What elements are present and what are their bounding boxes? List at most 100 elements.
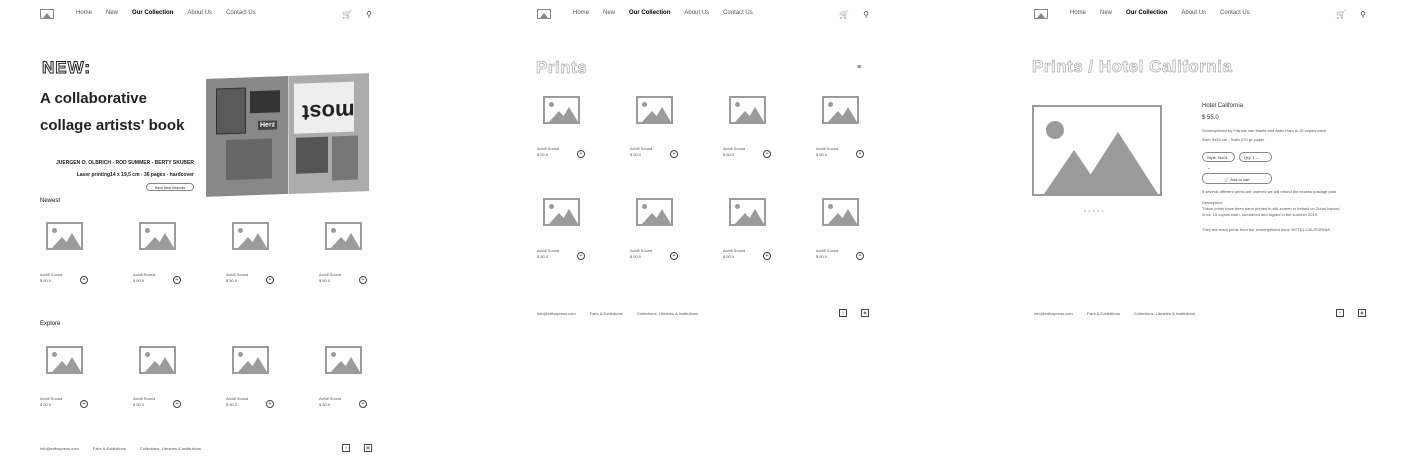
product-card[interactable]: Achill Sound $ 50.0 + [816,198,864,260]
style-select[interactable]: Style: No01 ⌄ [1202,152,1235,170]
nav-contact-us[interactable]: Contact Us [1220,10,1250,16]
nav-new[interactable]: New [1100,10,1112,16]
add-circle-icon[interactable]: + [359,276,367,284]
product-thumbnail[interactable] [636,198,673,226]
footer: info@edfospress.com Fairs & Exhibitions … [1034,309,1366,317]
product-thumbnail[interactable] [729,96,766,124]
product-card[interactable]: Achill Sound $ 50.0 + [537,198,585,260]
add-circle-icon[interactable]: + [856,252,864,260]
description-line2: in ca. 15 copies each, numbered and sign… [1202,212,1319,217]
nav-our-collection[interactable]: Our Collection [629,10,670,16]
facebook-icon[interactable]: f [1336,309,1344,317]
product-thumbnail[interactable] [325,346,362,374]
search-icon[interactable]: ⚲ [366,10,372,19]
search-icon[interactable]: ⚲ [863,10,869,19]
footer-collections[interactable]: Collections, Libraries & Institutions [637,311,698,316]
logo-image-icon[interactable] [40,9,54,19]
footer-email[interactable]: info@edfospress.com [1034,311,1073,316]
add-circle-icon[interactable]: + [80,276,88,284]
product-thumbnail[interactable] [543,96,580,124]
product-thumbnail[interactable] [232,346,269,374]
product-name: Achill Sound [133,272,156,277]
footer-collections[interactable]: Collections, Libraries & Institutions [1134,311,1195,316]
quantity-select[interactable]: Qty: 1 ⌄ [1239,152,1272,162]
add-circle-icon[interactable]: + [577,252,585,260]
product-price: $ 50.0 [319,402,331,407]
product-card[interactable]: Achill Sound $ 50.0 + [816,96,864,158]
instagram-icon[interactable]: ◉ [364,444,372,452]
nav-new[interactable]: New [106,10,118,16]
product-card[interactable]: Achill Sound $ 50.0 + [319,222,367,284]
product-thumbnail[interactable] [46,346,83,374]
instagram-icon[interactable]: ◉ [1358,309,1366,317]
logo-image-icon[interactable] [1034,9,1048,19]
cart-icon[interactable]: 🛒 [839,10,849,19]
product-thumbnail[interactable] [232,222,269,250]
footer-fairs[interactable]: Fairs & Exhibitions [590,311,623,316]
product-thumbnail[interactable] [636,96,673,124]
add-circle-icon[interactable]: + [80,400,88,408]
nav-our-collection[interactable]: Our Collection [1126,10,1167,16]
product-image[interactable] [1032,105,1162,196]
filter-icon[interactable]: ≡ [857,64,861,71]
cart-icon[interactable]: 🛒 [342,10,352,19]
add-to-cart-button[interactable]: 🛒 Add to cart [1202,173,1272,184]
product-card[interactable]: Achill Sound $ 50.0 + [40,222,88,284]
product-card[interactable]: Achill Sound $ 50.0 + [723,198,771,260]
product-card[interactable]: Achill Sound $ 50.0 + [40,346,88,408]
add-circle-icon[interactable]: + [856,150,864,158]
product-price: $ 50.0 [816,152,828,157]
logo-image-icon[interactable] [537,9,551,19]
cart-icon[interactable]: 🛒 [1336,10,1346,19]
nav-contact-us[interactable]: Contact Us [723,10,753,16]
product-thumbnail[interactable] [543,198,580,226]
nav-our-collection[interactable]: Our Collection [132,10,173,16]
add-circle-icon[interactable]: + [670,150,678,158]
add-circle-icon[interactable]: + [173,400,181,408]
search-icon[interactable]: ⚲ [1360,10,1366,19]
product-thumbnail[interactable] [729,198,766,226]
product-thumbnail[interactable] [822,198,859,226]
footer-collections[interactable]: Collections, Libraries & Institutions [140,446,201,451]
add-circle-icon[interactable]: + [266,276,274,284]
product-thumbnail[interactable] [139,346,176,374]
nav-about-us[interactable]: About Us [684,10,709,16]
add-circle-icon[interactable]: + [763,150,771,158]
add-circle-icon[interactable]: + [266,400,274,408]
product-thumbnail[interactable] [822,96,859,124]
product-card[interactable]: Achill Sound $ 50.0 + [226,346,274,408]
carousel-dots[interactable]: • • • • • [1084,208,1104,213]
product-card[interactable]: Achill Sound $ 50.0 + [630,96,678,158]
product-card[interactable]: Achill Sound $ 50.0 + [226,222,274,284]
postage-note: If several different prints are ordered … [1202,189,1336,194]
instagram-icon[interactable]: ◉ [861,309,869,317]
add-circle-icon[interactable]: + [359,400,367,408]
footer-fairs[interactable]: Fairs & Exhibitions [1087,311,1120,316]
product-card[interactable]: Achill Sound $ 50.0 + [537,96,585,158]
product-card[interactable]: Achill Sound $ 50.0 + [133,346,181,408]
nav-about-us[interactable]: About Us [187,10,212,16]
add-circle-icon[interactable]: + [763,252,771,260]
footer-email[interactable]: info@edfospress.com [537,311,576,316]
product-thumbnail[interactable] [139,222,176,250]
nav-home[interactable]: Home [573,10,589,16]
facebook-icon[interactable]: f [342,444,350,452]
product-card[interactable]: Achill Sound $ 50.0 + [723,96,771,158]
product-card[interactable]: Achill Sound $ 50.0 + [630,198,678,260]
nav-home[interactable]: Home [1070,10,1086,16]
product-card[interactable]: Achill Sound $ 50.0 + [319,346,367,408]
facebook-icon[interactable]: f [839,309,847,317]
product-thumbnail[interactable] [46,222,83,250]
nav-new[interactable]: New [603,10,615,16]
nav-home[interactable]: Home [76,10,92,16]
footer-fairs[interactable]: Fairs & Exhibitions [93,446,126,451]
add-circle-icon[interactable]: + [670,252,678,260]
product-card[interactable]: Achill Sound $ 50.0 + [133,222,181,284]
product-thumbnail[interactable] [325,222,362,250]
footer-email[interactable]: info@edfospress.com [40,446,79,451]
add-circle-icon[interactable]: + [173,276,181,284]
nav-contact-us[interactable]: Contact Us [226,10,256,16]
nav-about-us[interactable]: About Us [1181,10,1206,16]
hero-button[interactable]: Have New Artworks [146,183,194,191]
add-circle-icon[interactable]: + [577,150,585,158]
